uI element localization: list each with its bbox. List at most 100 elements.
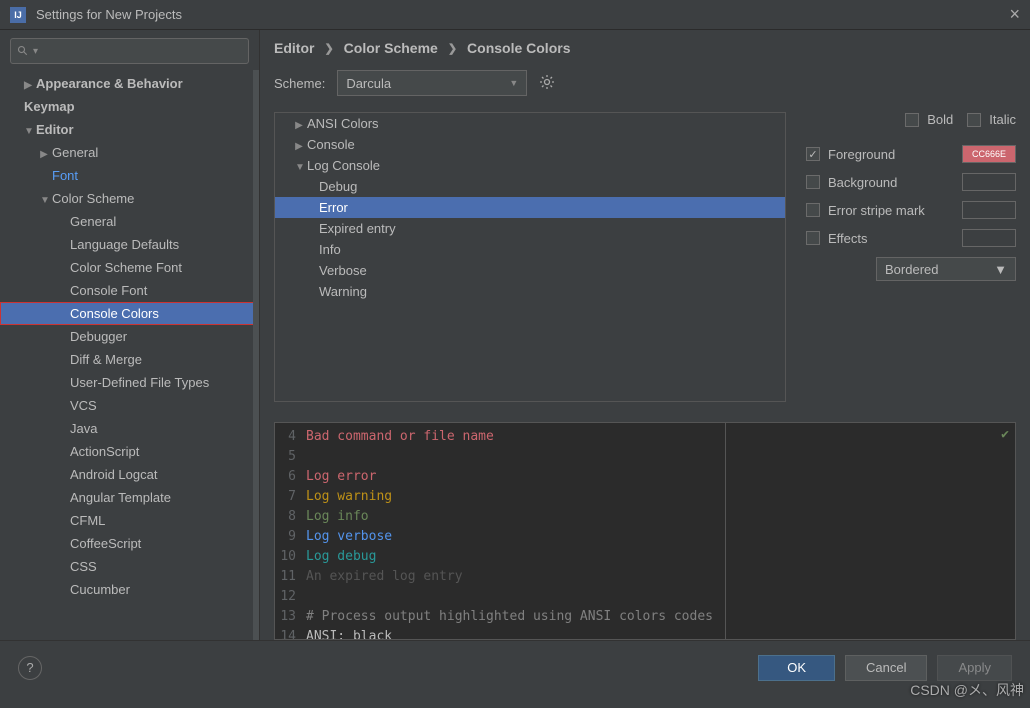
sidebar-item-keymap[interactable]: Keymap	[0, 95, 259, 118]
stripe-checkbox[interactable]	[806, 203, 820, 217]
scheme-value: Darcula	[346, 76, 391, 91]
dialog-footer: ? OK Cancel Apply	[0, 640, 1030, 694]
check-icon: ✔	[1001, 427, 1009, 442]
window-title: Settings for New Projects	[36, 7, 182, 22]
scrollbar[interactable]	[253, 70, 259, 640]
sidebar-item-appearance-behavior[interactable]: Appearance & Behavior	[0, 72, 259, 95]
sidebar-item-color-scheme-font[interactable]: Color Scheme Font	[0, 256, 259, 279]
chevron-right-icon	[295, 120, 303, 131]
chevron-down-icon	[295, 162, 303, 173]
cancel-button[interactable]: Cancel	[845, 655, 927, 681]
watermark: CSDN @メ、风神	[910, 680, 1024, 700]
colortree-item-ansi-colors[interactable]: ANSI Colors	[275, 113, 785, 134]
sidebar-item-coffeescript[interactable]: CoffeeScript	[0, 532, 259, 555]
background-swatch[interactable]	[962, 173, 1016, 191]
sidebar-item-language-defaults[interactable]: Language Defaults	[0, 233, 259, 256]
colortree-item-label: Error	[319, 200, 348, 215]
settings-sidebar: ▾ Appearance & Behavior Keymap Editor Gener…	[0, 30, 260, 640]
preview-line: Log verbose	[306, 527, 725, 547]
sidebar-item-css[interactable]: CSS	[0, 555, 259, 578]
foreground-swatch[interactable]: CC666E	[962, 145, 1016, 163]
colortree-item-verbose[interactable]: Verbose	[275, 260, 785, 281]
colortree-item-error[interactable]: Error	[275, 197, 785, 218]
sidebar-item-android-logcat[interactable]: Android Logcat	[0, 463, 259, 486]
sidebar-item-color-scheme[interactable]: Color Scheme	[0, 187, 259, 210]
sidebar-item-label: Appearance & Behavior	[36, 76, 183, 91]
attribute-options: Bold Italic Foreground CC666E Background…	[806, 112, 1016, 402]
line-gutter: 4567891011121314	[275, 423, 300, 639]
sidebar-item-actionscript[interactable]: ActionScript	[0, 440, 259, 463]
chevron-down-icon: ▼	[509, 78, 518, 88]
sidebar-item-label: Java	[70, 421, 97, 436]
sidebar-item-editor[interactable]: Editor	[0, 118, 259, 141]
ok-button[interactable]: OK	[758, 655, 835, 681]
bold-checkbox[interactable]	[905, 113, 919, 127]
colortree-item-label: Info	[319, 242, 341, 257]
sidebar-item-label: User-Defined File Types	[70, 375, 209, 390]
settings-tree: Appearance & Behavior Keymap Editor General…	[0, 72, 259, 634]
colortree-item-label: Expired entry	[319, 221, 396, 236]
sidebar-item-angular-template[interactable]: Angular Template	[0, 486, 259, 509]
search-input[interactable]: ▾	[10, 38, 249, 64]
close-icon[interactable]: ×	[1009, 4, 1020, 25]
sidebar-item-console-font[interactable]: Console Font	[0, 279, 259, 302]
colortree-item-console[interactable]: Console	[275, 134, 785, 155]
foreground-checkbox[interactable]	[806, 147, 820, 161]
background-checkbox[interactable]	[806, 175, 820, 189]
apply-button[interactable]: Apply	[937, 655, 1012, 681]
sidebar-item-label: Editor	[36, 122, 74, 137]
colortree-item-expired-entry[interactable]: Expired entry	[275, 218, 785, 239]
italic-label: Italic	[989, 112, 1016, 127]
colortree-item-label: Log Console	[307, 158, 380, 173]
preview-line: ANSI: black	[306, 627, 725, 640]
colortree-item-label: Warning	[319, 284, 367, 299]
sidebar-item-debugger[interactable]: Debugger	[0, 325, 259, 348]
sidebar-item-general[interactable]: General	[0, 210, 259, 233]
sidebar-item-label: Font	[52, 168, 78, 183]
italic-checkbox[interactable]	[967, 113, 981, 127]
colortree-item-debug[interactable]: Debug	[275, 176, 785, 197]
sidebar-item-user-defined-file-types[interactable]: User-Defined File Types	[0, 371, 259, 394]
stripe-swatch[interactable]	[962, 201, 1016, 219]
preview-line	[306, 587, 725, 607]
preview-right-panel	[725, 423, 1015, 639]
sidebar-item-label: Console Font	[70, 283, 147, 298]
colortree-item-label: ANSI Colors	[307, 116, 379, 131]
sidebar-item-cucumber[interactable]: Cucumber	[0, 578, 259, 601]
chevron-down-icon	[24, 126, 32, 137]
preview-line	[306, 447, 725, 467]
sidebar-item-java[interactable]: Java	[0, 417, 259, 440]
sidebar-item-diff-merge[interactable]: Diff & Merge	[0, 348, 259, 371]
sidebar-item-font[interactable]: Font	[0, 164, 259, 187]
preview-line: An expired log entry	[306, 567, 725, 587]
gear-icon[interactable]	[539, 74, 555, 93]
colortree-item-info[interactable]: Info	[275, 239, 785, 260]
chevron-right-icon: ❯	[448, 42, 457, 55]
sidebar-item-cfml[interactable]: CFML	[0, 509, 259, 532]
sidebar-item-label: General	[52, 145, 98, 160]
preview-line: Bad command or file name	[306, 427, 725, 447]
effects-checkbox[interactable]	[806, 231, 820, 245]
sidebar-item-label: Color Scheme	[52, 191, 134, 206]
sidebar-item-general[interactable]: General	[0, 141, 259, 164]
preview-line: Log error	[306, 467, 725, 487]
bold-label: Bold	[927, 112, 953, 127]
breadcrumb-colorscheme[interactable]: Color Scheme	[344, 40, 438, 56]
sidebar-item-vcs[interactable]: VCS	[0, 394, 259, 417]
preview-code: Bad command or file name Log errorLog wa…	[300, 423, 725, 639]
effects-label: Effects	[828, 231, 868, 246]
help-button[interactable]: ?	[18, 656, 42, 680]
sidebar-item-label: General	[70, 214, 116, 229]
effects-swatch[interactable]	[962, 229, 1016, 247]
effects-type-select[interactable]: Bordered ▼	[876, 257, 1016, 281]
sidebar-item-label: Keymap	[24, 99, 75, 114]
chevron-right-icon	[24, 80, 32, 91]
preview-line: # Process output highlighted using ANSI …	[306, 607, 725, 627]
sidebar-item-console-colors[interactable]: Console Colors	[0, 302, 259, 325]
colortree-item-log-console[interactable]: Log Console	[275, 155, 785, 176]
effects-type-value: Bordered	[885, 262, 938, 277]
scheme-select[interactable]: Darcula ▼	[337, 70, 527, 96]
breadcrumb-editor[interactable]: Editor	[274, 40, 314, 56]
chevron-right-icon	[40, 149, 48, 160]
colortree-item-warning[interactable]: Warning	[275, 281, 785, 302]
